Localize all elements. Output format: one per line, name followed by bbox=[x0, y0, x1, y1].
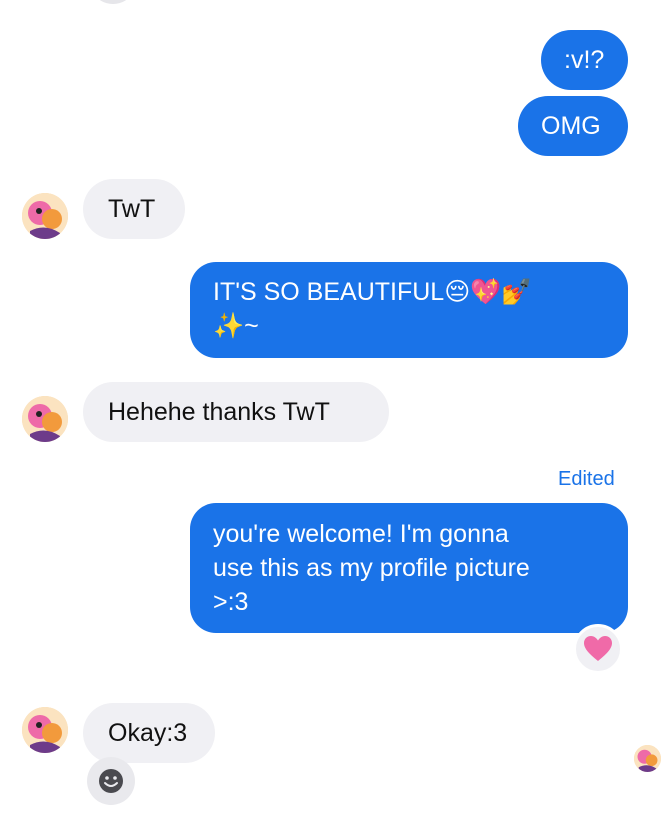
heart-icon bbox=[584, 636, 612, 661]
contact-avatar[interactable] bbox=[22, 707, 68, 753]
message-bubble-incoming[interactable]: Hehehe thanks TwT bbox=[83, 382, 389, 442]
edited-label: Edited bbox=[558, 468, 615, 490]
message-bubble-outgoing[interactable]: OMG bbox=[518, 96, 628, 156]
message-bubble-outgoing[interactable]: :v!? bbox=[541, 30, 628, 90]
message-bubble-incoming[interactable]: Okay:3 bbox=[83, 703, 215, 763]
message-bubble-incoming[interactable]: TwT bbox=[83, 179, 185, 239]
previous-message-edge bbox=[96, 0, 130, 4]
seen-avatar bbox=[634, 745, 661, 772]
contact-avatar[interactable] bbox=[22, 193, 68, 239]
contact-avatar[interactable] bbox=[22, 396, 68, 442]
add-reaction-button[interactable] bbox=[87, 757, 135, 805]
message-bubble-outgoing[interactable]: IT'S SO BEAUTIFUL😔💖💅 ✨~ bbox=[190, 262, 628, 358]
heart-reaction[interactable] bbox=[573, 624, 623, 674]
smiley-icon bbox=[99, 769, 123, 793]
message-bubble-outgoing[interactable]: you're welcome! I'm gonna use this as my… bbox=[190, 503, 628, 633]
